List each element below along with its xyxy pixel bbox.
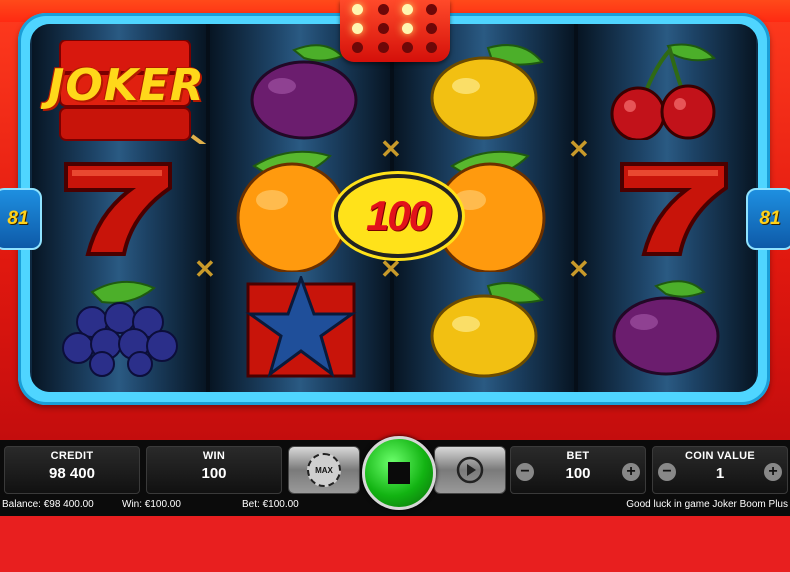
lines-count-left: 81	[0, 188, 42, 250]
payline-marker: ✕	[568, 134, 590, 164]
lemon-symbol	[430, 40, 550, 145]
dice-dot	[426, 4, 437, 15]
dice-dot	[378, 4, 389, 15]
coin-value-label: COIN VALUE	[684, 450, 756, 462]
stop-square-icon	[388, 462, 410, 484]
credit-display: CREDIT 98 400	[4, 446, 140, 494]
game-message: Good luck in game Joker Boom Plus	[626, 499, 788, 510]
win-amount-text: 100	[365, 192, 432, 239]
dice-dot	[378, 23, 389, 34]
credit-value: 98 400	[49, 465, 95, 482]
dice-dot	[352, 23, 363, 34]
payline-marker: ✕	[194, 254, 216, 284]
seven-symbol	[614, 158, 734, 263]
dice-dot	[378, 42, 389, 53]
lines-count-right: 81	[746, 188, 790, 250]
lemon-symbol	[430, 278, 550, 383]
dice-dot	[402, 4, 413, 15]
bet-increase-button[interactable]: +	[622, 463, 640, 481]
payline-marker: ✕	[380, 134, 402, 164]
joker-logo-text: JOKER	[48, 60, 205, 111]
plum-symbol	[606, 278, 726, 383]
autoplay-button[interactable]	[434, 446, 506, 494]
bottom-area	[0, 516, 790, 572]
dice-dot	[402, 42, 413, 53]
bet-status: Bet: €100.00	[242, 499, 299, 510]
payline-marker: ✕	[568, 254, 590, 284]
credit-label: CREDIT	[50, 450, 94, 462]
dice-dot	[352, 42, 363, 53]
win-label: WIN	[202, 450, 226, 462]
max-chip-icon: MAX	[307, 453, 341, 487]
grapes-symbol	[62, 278, 184, 383]
cherries-symbol	[606, 40, 722, 145]
seven-symbol	[58, 158, 178, 263]
dice-dot	[402, 23, 413, 34]
win-value: 100	[201, 465, 227, 482]
star-symbol	[244, 273, 358, 385]
win-status: Win: €100.00	[122, 499, 181, 510]
spin-button[interactable]	[362, 436, 436, 510]
autoplay-icon	[456, 456, 484, 484]
bet-label: BET	[566, 450, 590, 462]
dice-dot	[426, 23, 437, 34]
dice-dot	[426, 42, 437, 53]
balance-status: Balance: €98 400.00	[2, 499, 94, 510]
coin-increase-button[interactable]: +	[764, 463, 782, 481]
dice-indicator	[340, 0, 450, 62]
max-bet-button[interactable]: MAX	[288, 446, 360, 494]
win-amount-badge: 100	[334, 174, 462, 258]
joker-dynamite-symbol: JOKER	[42, 39, 254, 182]
bet-decrease-button[interactable]: −	[516, 463, 534, 481]
dice-dot	[352, 4, 363, 15]
coin-decrease-button[interactable]: −	[658, 463, 676, 481]
payline-marker: ✕	[380, 254, 402, 284]
win-display: WIN 100	[146, 446, 282, 494]
